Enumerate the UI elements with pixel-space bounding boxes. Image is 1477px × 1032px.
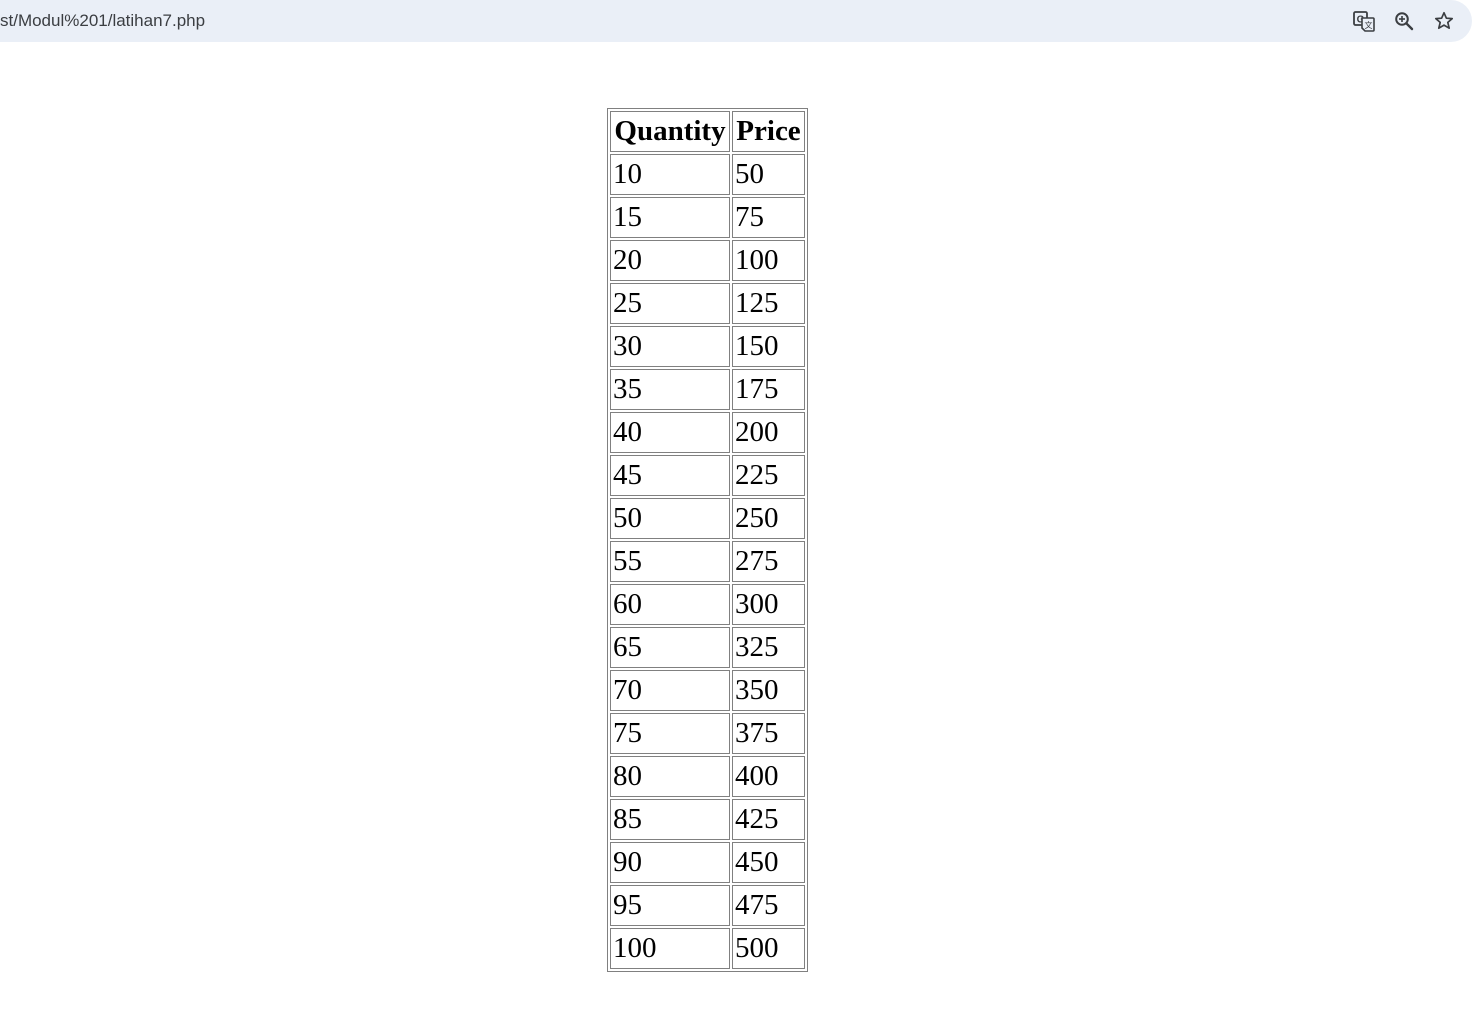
price-cell: 400	[732, 756, 805, 797]
table-row: 25 125	[610, 283, 805, 324]
table-row: 85 425	[610, 799, 805, 840]
quantity-cell: 95	[610, 885, 730, 926]
table-row: 35 175	[610, 369, 805, 410]
price-cell: 100	[732, 240, 805, 281]
table-row: 75 375	[610, 713, 805, 754]
quantity-cell: 25	[610, 283, 730, 324]
quantity-cell: 50	[610, 498, 730, 539]
table-row: 15 75	[610, 197, 805, 238]
price-cell: 175	[732, 369, 805, 410]
price-cell: 375	[732, 713, 805, 754]
table-row: 100 500	[610, 928, 805, 969]
price-cell: 500	[732, 928, 805, 969]
table-row: 90 450	[610, 842, 805, 883]
quantity-cell: 35	[610, 369, 730, 410]
table-row: 70 350	[610, 670, 805, 711]
price-cell: 350	[732, 670, 805, 711]
quantity-cell: 90	[610, 842, 730, 883]
header-price: Price	[732, 111, 805, 152]
table-body: 10 50 15 75 20 100 25 125 30 150 35 175 40 200 …	[610, 154, 805, 969]
bookmark-star-icon[interactable]	[1432, 9, 1456, 33]
table-row: 10 50	[610, 154, 805, 195]
table-row: 95 475	[610, 885, 805, 926]
quantity-cell: 75	[610, 713, 730, 754]
quantity-cell: 85	[610, 799, 730, 840]
price-cell: 75	[732, 197, 805, 238]
table-row: 50 250	[610, 498, 805, 539]
price-cell: 475	[732, 885, 805, 926]
price-cell: 450	[732, 842, 805, 883]
table-container: Quantity Price 10 50 15 75 20 100 25 125 30 1…	[607, 108, 808, 972]
quantity-cell: 45	[610, 455, 730, 496]
url-text[interactable]: st/Modul%201/latihan7.php	[0, 11, 205, 31]
quantity-cell: 30	[610, 326, 730, 367]
price-cell: 325	[732, 627, 805, 668]
table-row: 55 275	[610, 541, 805, 582]
quantity-cell: 70	[610, 670, 730, 711]
price-cell: 250	[732, 498, 805, 539]
quantity-cell: 80	[610, 756, 730, 797]
table-row: 65 325	[610, 627, 805, 668]
price-cell: 150	[732, 326, 805, 367]
svg-text:文: 文	[1365, 20, 1373, 30]
price-cell: 125	[732, 283, 805, 324]
price-cell: 425	[732, 799, 805, 840]
header-quantity: Quantity	[610, 111, 730, 152]
table-row: 80 400	[610, 756, 805, 797]
quantity-cell: 60	[610, 584, 730, 625]
table-row: 40 200	[610, 412, 805, 453]
table-row: 20 100	[610, 240, 805, 281]
zoom-icon[interactable]	[1392, 9, 1416, 33]
quantity-cell: 10	[610, 154, 730, 195]
quantity-price-table: Quantity Price 10 50 15 75 20 100 25 125 30 1…	[607, 108, 808, 972]
price-cell: 50	[732, 154, 805, 195]
price-cell: 200	[732, 412, 805, 453]
quantity-cell: 40	[610, 412, 730, 453]
quantity-cell: 15	[610, 197, 730, 238]
price-cell: 225	[732, 455, 805, 496]
quantity-cell: 100	[610, 928, 730, 969]
price-cell: 300	[732, 584, 805, 625]
table-row: 30 150	[610, 326, 805, 367]
table-header-row: Quantity Price	[610, 111, 805, 152]
address-bar[interactable]: st/Modul%201/latihan7.php G 文	[0, 0, 1472, 42]
translate-icon[interactable]: G 文	[1352, 9, 1376, 33]
table-row: 60 300	[610, 584, 805, 625]
table-row: 45 225	[610, 455, 805, 496]
quantity-cell: 55	[610, 541, 730, 582]
quantity-cell: 20	[610, 240, 730, 281]
quantity-cell: 65	[610, 627, 730, 668]
price-cell: 275	[732, 541, 805, 582]
